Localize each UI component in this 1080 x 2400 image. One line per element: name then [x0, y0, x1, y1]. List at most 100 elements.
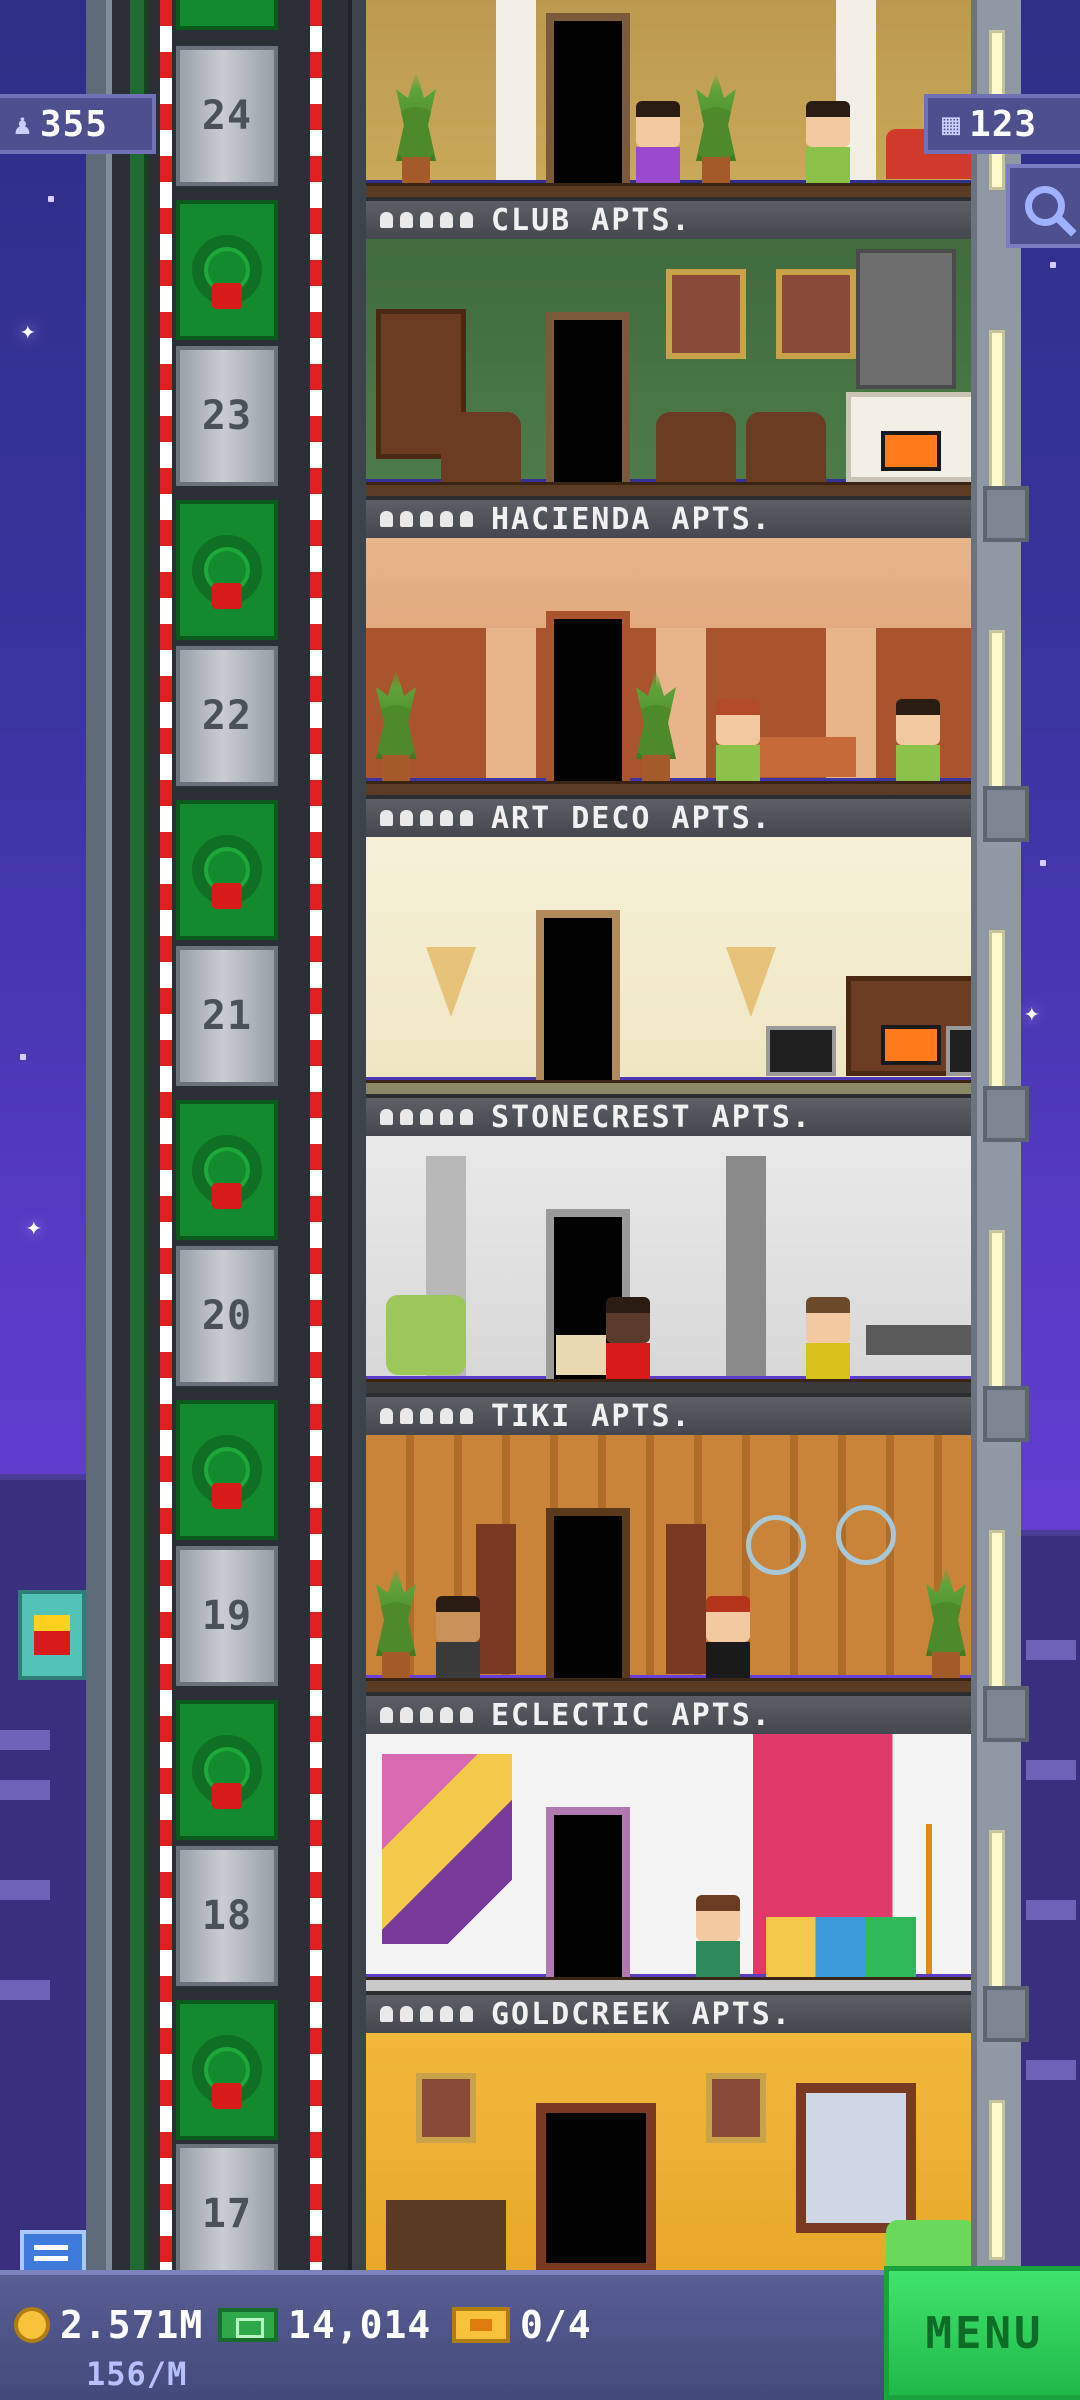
floor-sill — [366, 1080, 971, 1094]
floor-sill — [366, 183, 971, 197]
floor-sill — [366, 482, 971, 496]
chat-icon — [34, 2245, 68, 2250]
portrait-frame — [776, 269, 856, 359]
armchair — [886, 2220, 971, 2270]
resident[interactable] — [806, 1297, 850, 1379]
wreath-icon — [192, 1435, 262, 1509]
resident-slots — [380, 2006, 473, 2022]
door[interactable] — [546, 312, 630, 482]
building-window — [0, 1780, 50, 1800]
floor-lamp — [926, 1824, 966, 1974]
tiki-statue — [666, 1524, 706, 1674]
floor-banner: TIKI APTS. — [366, 1393, 971, 1435]
floor-sill — [366, 1977, 971, 1991]
floor-tiki[interactable]: TIKI APTS. — [366, 1136, 971, 1435]
wreath-icon — [192, 1735, 262, 1809]
resident-slots — [380, 1707, 473, 1723]
resident[interactable] — [706, 1596, 750, 1678]
floor-name: HACIENDA APTS. — [491, 501, 772, 537]
chimney — [856, 249, 956, 389]
elevator-shaft[interactable]: 24 23 22 21 20 19 18 17 — [112, 0, 348, 2284]
kitchen-counter — [866, 1325, 971, 1355]
elevator-rail-left — [160, 0, 172, 2270]
door[interactable] — [536, 2103, 656, 2270]
menu-label: MENU — [925, 2307, 1044, 2359]
elevator-rail-right — [310, 0, 322, 2270]
elevator-floor-label: 17 — [176, 2144, 278, 2284]
floor-stonecrest[interactable]: STONECREST APTS. — [366, 837, 971, 1136]
elevator-wreath-car — [176, 800, 278, 940]
resident[interactable] — [636, 101, 680, 183]
floor-17[interactable] — [366, 2033, 971, 2270]
floor-club[interactable]: CLUB APTS. — [366, 0, 971, 239]
building-window — [1026, 2060, 1076, 2080]
tiki-statue — [476, 1524, 516, 1674]
window-light — [989, 630, 1005, 790]
plant — [696, 71, 736, 183]
floor-eclectic[interactable]: ECLECTIC APTS. — [366, 1435, 971, 1734]
door[interactable] — [546, 611, 630, 781]
abstract-painting — [382, 1754, 512, 1944]
bux-counter[interactable]: 14,014 — [218, 2303, 431, 2347]
elevator-shaft-track — [130, 0, 148, 2270]
resident[interactable] — [806, 101, 850, 183]
window-light — [989, 1530, 1005, 1690]
plant — [376, 1566, 416, 1678]
floor-banner: ECLECTIC APTS. — [366, 1692, 971, 1734]
floor-hacienda[interactable]: HACIENDA APTS. — [366, 239, 971, 538]
fries-event-button[interactable] — [18, 1590, 86, 1680]
elevator-floor-label: 20 — [176, 1246, 278, 1386]
population-value: 355 — [39, 103, 108, 145]
elevator-floor-label: 22 — [176, 646, 278, 786]
floors-counter[interactable]: ▦ 123 — [924, 94, 1080, 154]
elevator-wreath-car — [176, 2000, 278, 2140]
door[interactable] — [546, 1508, 630, 1678]
menu-button[interactable]: MENU — [884, 2266, 1080, 2400]
building-window — [1026, 1900, 1076, 1920]
floor-goldcreek[interactable]: GOLDCREEK APTS. — [366, 1734, 971, 2033]
resident[interactable] — [896, 699, 940, 781]
floor-sill — [366, 781, 971, 795]
portrait-frame — [666, 269, 746, 359]
tower-ledge — [983, 786, 1029, 842]
window-light — [989, 1830, 1005, 1990]
coins-counter[interactable]: 2.571M — [14, 2303, 203, 2347]
star-icon: ✦ — [20, 316, 36, 346]
floor-banner: HACIENDA APTS. — [366, 496, 971, 538]
window-light — [989, 930, 1005, 1090]
star-dot — [48, 196, 54, 202]
tower: 24 23 22 21 20 19 18 17 CLUB APTS. HACIE… — [86, 0, 1029, 2284]
population-counter[interactable]: ♟ 355 — [0, 94, 156, 154]
column — [496, 0, 536, 180]
floor-art-deco[interactable]: ART DECO APTS. — [366, 538, 971, 837]
search-button[interactable] — [1006, 164, 1080, 248]
floor-name: ECLECTIC APTS. — [491, 1697, 772, 1733]
resident[interactable] — [606, 1297, 650, 1379]
bux-icon — [218, 2308, 278, 2342]
tickets-counter[interactable]: 0/4 — [452, 2303, 592, 2347]
resident-slots — [380, 1109, 473, 1125]
door[interactable] — [546, 1807, 630, 1977]
wreath-icon — [192, 835, 262, 909]
elevator-wreath-car — [176, 200, 278, 340]
dog[interactable] — [556, 1335, 606, 1375]
tower-ledge — [983, 1086, 1029, 1142]
chair — [766, 1026, 836, 1076]
resident[interactable] — [696, 1895, 740, 1977]
resident[interactable] — [716, 699, 760, 781]
plant — [376, 669, 416, 781]
resident[interactable] — [436, 1596, 480, 1678]
star-dot — [20, 1054, 26, 1060]
floor-banner: CLUB APTS. — [366, 197, 971, 239]
floors-value: 123 — [969, 103, 1038, 145]
tower-frame-left — [86, 0, 112, 2270]
door[interactable] — [536, 910, 620, 1080]
floor-banner: ART DECO APTS. — [366, 795, 971, 837]
portrait-frame — [416, 2073, 476, 2143]
door[interactable] — [546, 13, 630, 183]
elevator-floor-label: 23 — [176, 346, 278, 486]
building-window — [0, 1980, 50, 2000]
elevator-wreath-car — [176, 0, 278, 30]
window — [796, 2083, 916, 2233]
building-window — [0, 1730, 50, 1750]
